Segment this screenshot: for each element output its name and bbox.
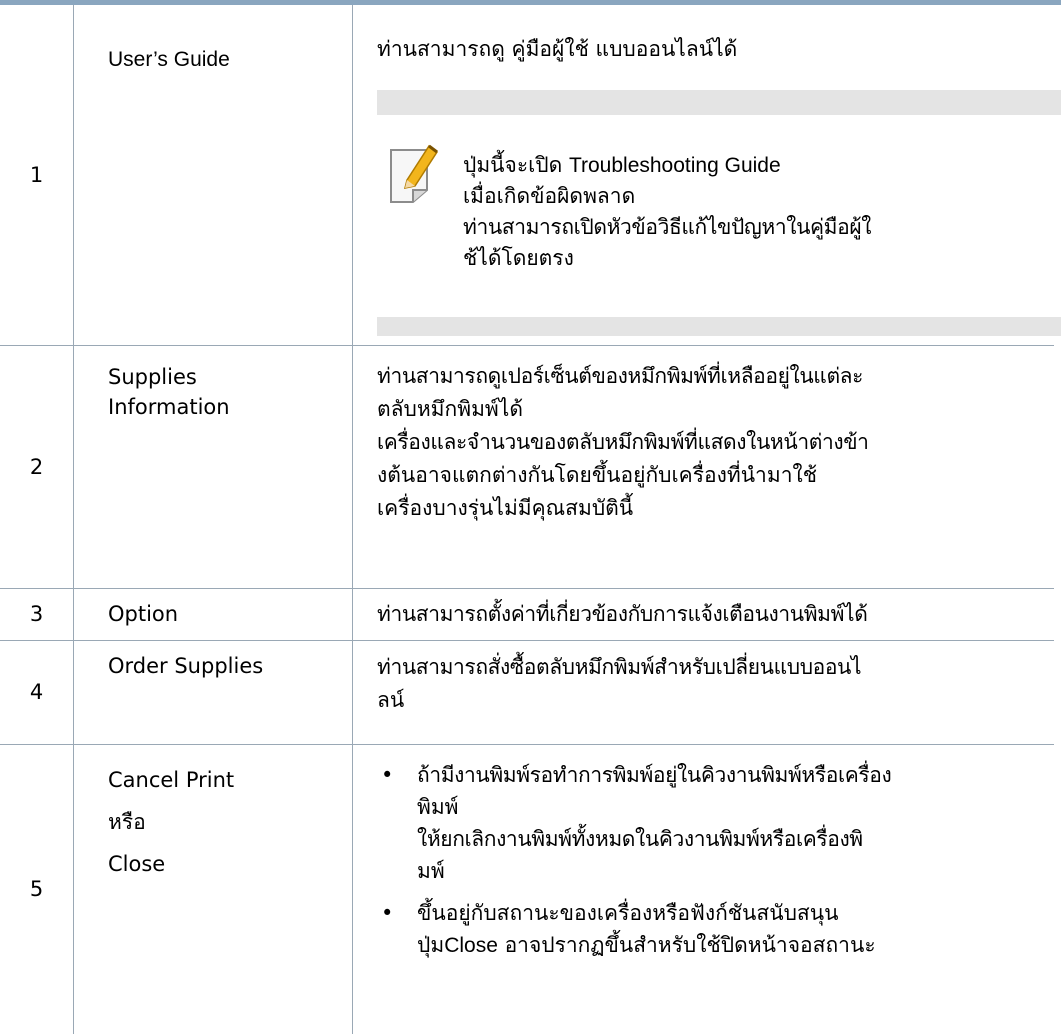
table-row: 5 Cancel Print หรือ Close • ถ้ามีงานพิมพ… bbox=[0, 744, 1054, 1034]
feature-table: 1 User’s Guide ท่านสามารถดู คู่มือผู้ใช้… bbox=[0, 5, 1061, 1034]
note-text: ปุ่มนี้จะเปิด Troubleshooting Guide เมื่… bbox=[463, 150, 1061, 274]
list-item: • ขึ้นอยู่กับสถานะของเครื่องหรือฟังก์ชัน… bbox=[377, 897, 1054, 962]
or-label: หรือ bbox=[108, 809, 146, 834]
feature-name[interactable]: Order Supplies bbox=[108, 641, 352, 681]
row-number: 3 bbox=[0, 588, 74, 641]
bullet-icon: • bbox=[381, 900, 394, 925]
feature-name[interactable]: Option bbox=[108, 599, 352, 629]
note-line: ช้ได้โดยตรง bbox=[463, 246, 574, 270]
troubleshooting-guide-link[interactable]: Troubleshooting Guide bbox=[569, 154, 781, 177]
feature-name: Cancel Print หรือ Close bbox=[108, 745, 352, 879]
table-row: 2 Supplies Information ท่านสามารถดูเปอร์… bbox=[0, 345, 1054, 589]
feature-description: ท่านสามารถสั่งซื้อตลับหมึกพิมพ์สำหรับเปล… bbox=[377, 654, 862, 712]
table-row: 4 Order Supplies ท่านสามารถสั่งซื้อตลับห… bbox=[0, 640, 1054, 745]
feature-name[interactable]: User’s Guide bbox=[108, 25, 352, 75]
feature-name[interactable]: Supplies Information bbox=[108, 346, 352, 422]
feature-description: ท่านสามารถดู คู่มือผู้ใช้ แบบออนไลน์ได้ bbox=[377, 37, 738, 61]
note-prefix: ปุ่มนี้จะเปิด bbox=[463, 153, 563, 177]
note-line: เมื่อเกิดข้อผิดพลาด bbox=[463, 184, 636, 208]
table-row: 1 User’s Guide ท่านสามารถดู คู่มือผู้ใช้… bbox=[0, 5, 1061, 346]
close-button-name: Close bbox=[444, 933, 498, 957]
note-pencil-icon bbox=[390, 144, 439, 203]
feature-description: ท่านสามารถตั้งค่าที่เกี่ยวข้องกับการแจ้ง… bbox=[377, 601, 868, 626]
bullet-list: • ถ้ามีงานพิมพ์รอทำการพิมพ์อยู่ในคิวงานพ… bbox=[377, 745, 1054, 962]
bullet-icon: • bbox=[381, 762, 394, 787]
row-number: 2 bbox=[0, 345, 74, 589]
close-label[interactable]: Close bbox=[108, 849, 352, 879]
row-number: 1 bbox=[0, 5, 74, 346]
row-number: 4 bbox=[0, 640, 74, 745]
note-box: ปุ่มนี้จะเปิด Troubleshooting Guide เมื่… bbox=[377, 90, 1061, 336]
table-row: 3 Option ท่านสามารถตั้งค่าที่เกี่ยวข้องก… bbox=[0, 588, 1054, 641]
list-item: • ถ้ามีงานพิมพ์รอทำการพิมพ์อยู่ในคิวงานพ… bbox=[377, 759, 1054, 887]
row-number: 5 bbox=[0, 744, 74, 1034]
note-line: ท่านสามารถเปิดหัวข้อวิธีแก้ไขปัญหาในคู่ม… bbox=[463, 215, 872, 239]
feature-description: ท่านสามารถดูเปอร์เซ็นต์ของหมึกพิมพ์ที่เห… bbox=[377, 363, 869, 520]
cancel-print-label[interactable]: Cancel Print bbox=[108, 765, 352, 795]
